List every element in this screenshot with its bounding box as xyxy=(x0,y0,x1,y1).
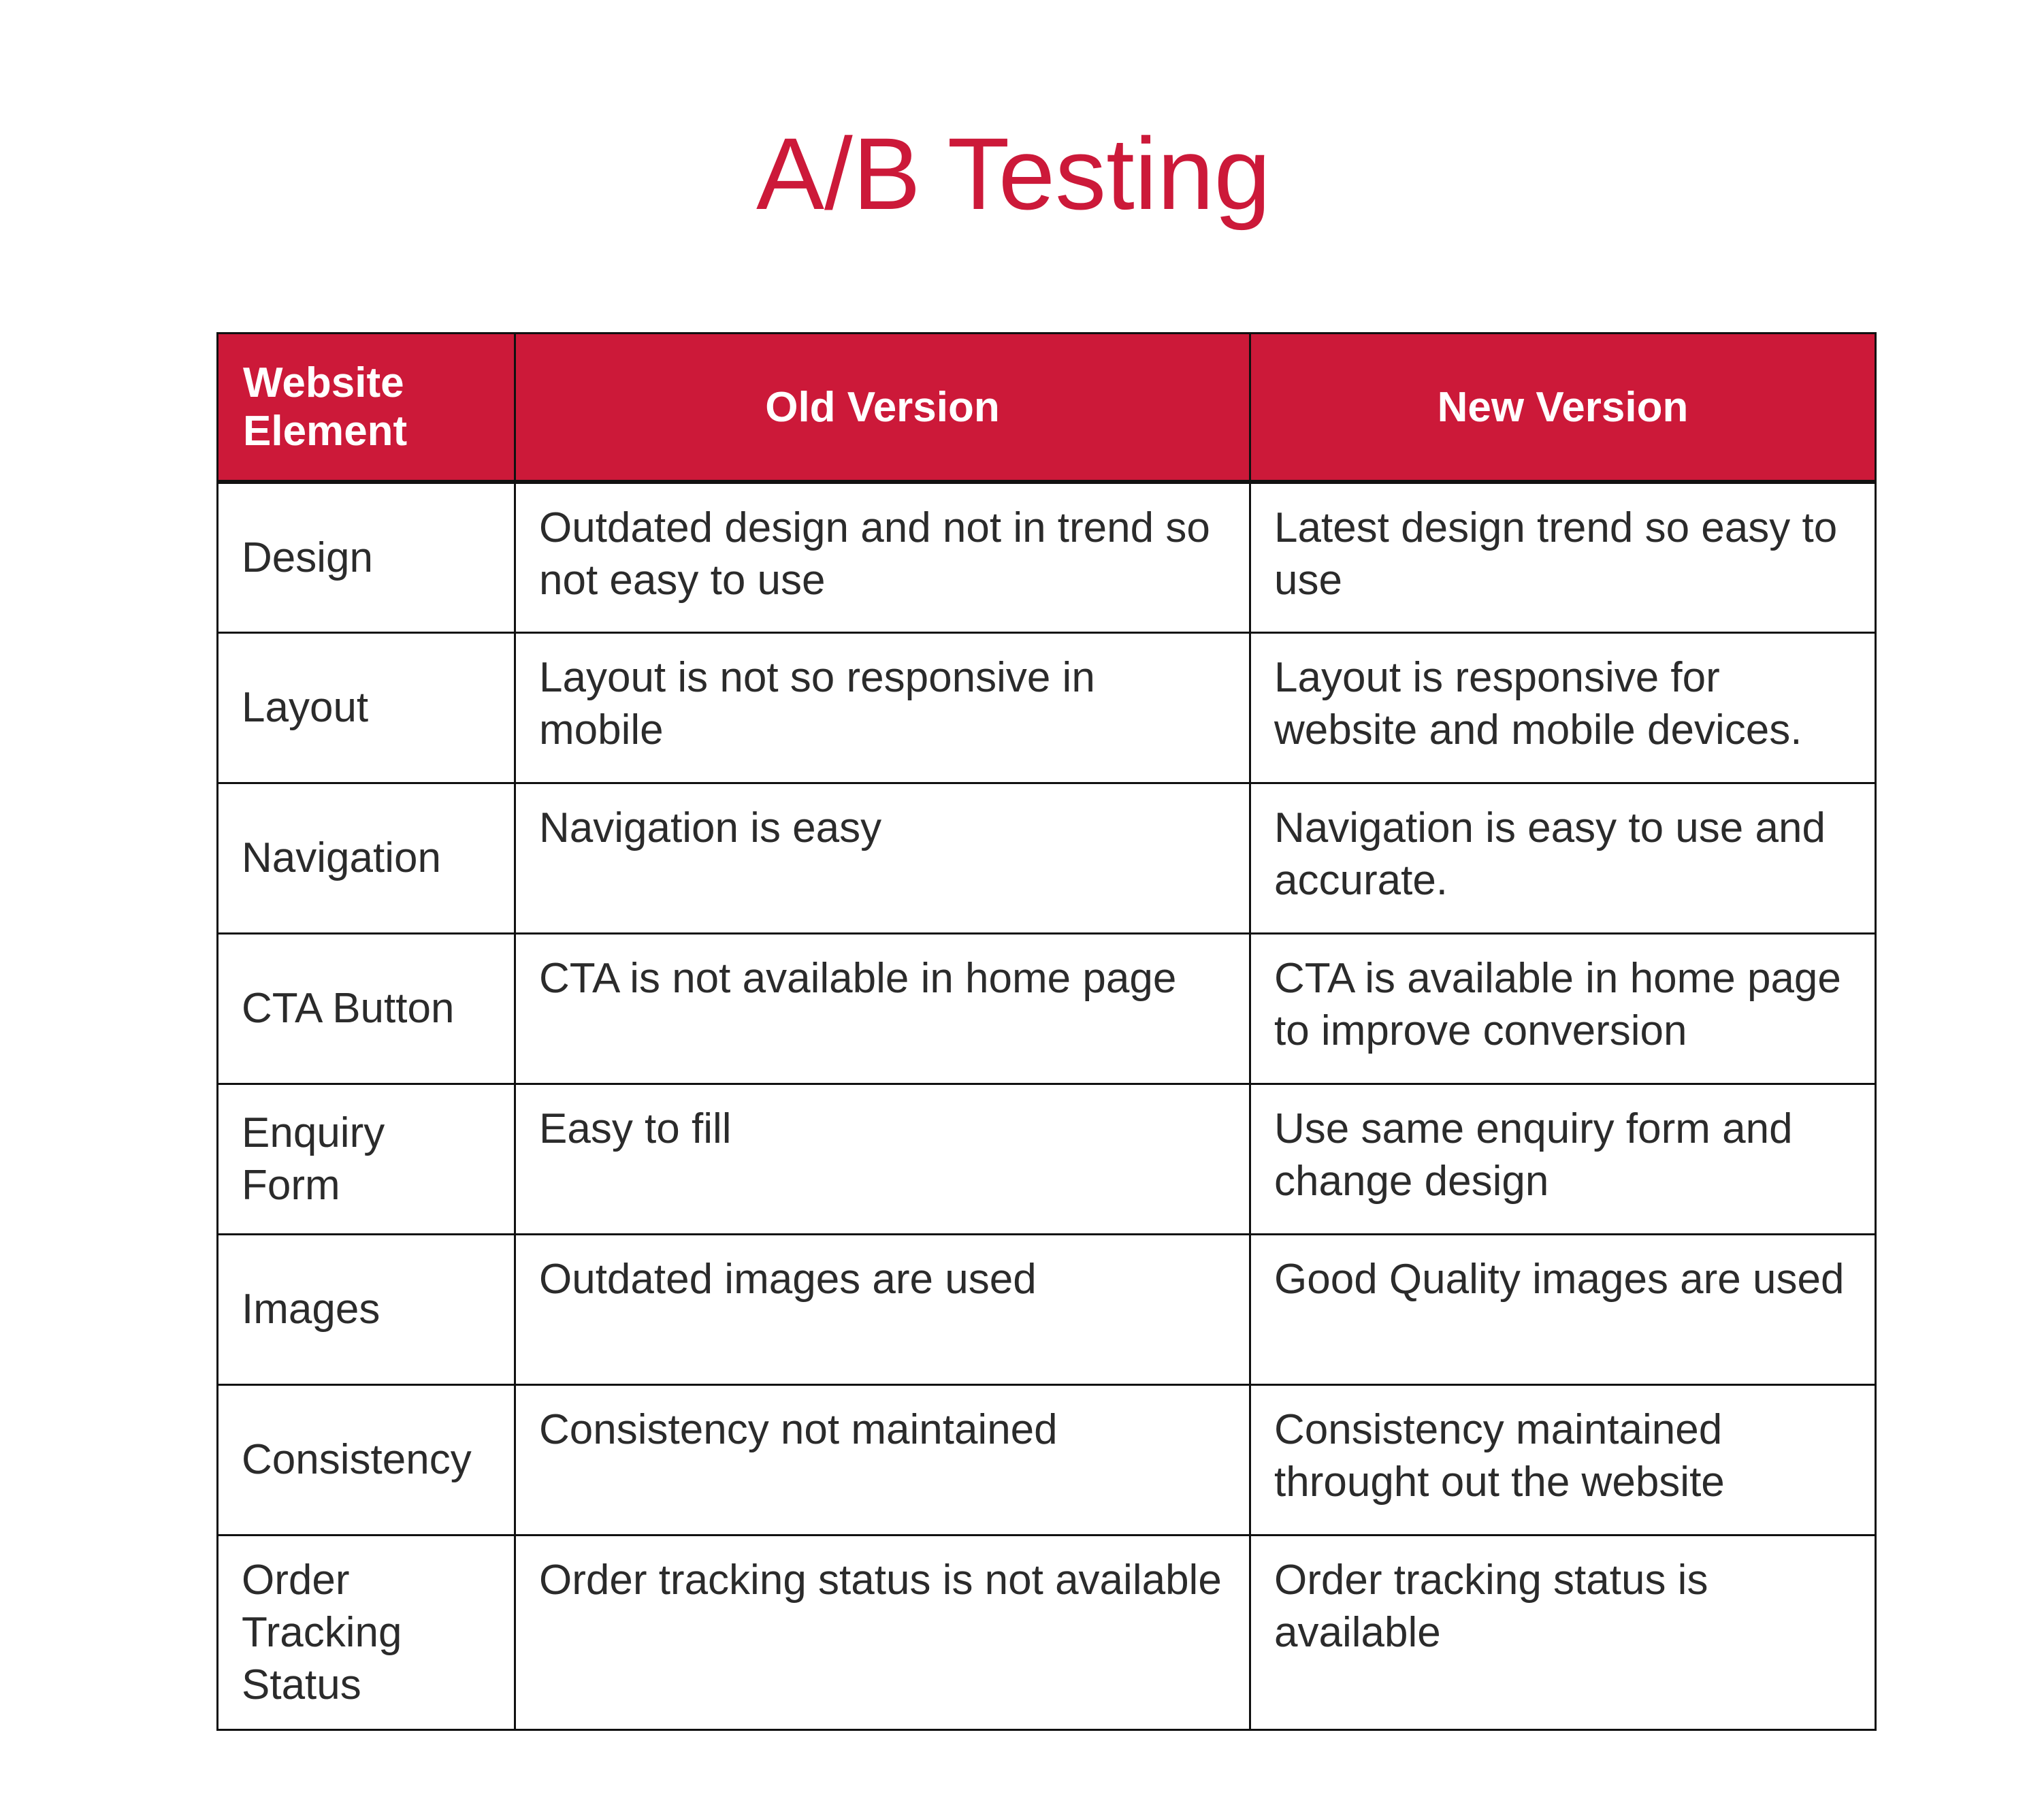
old-version-cell: Consistency not maintained xyxy=(514,1383,1251,1536)
element-cell: Consistency xyxy=(216,1383,516,1536)
element-cell: Design xyxy=(216,481,516,634)
table-row: Layout Layout is not so responsive in mob… xyxy=(216,631,1877,784)
table-row: Consistency Consistency not maintained Con… xyxy=(216,1383,1877,1536)
table-row: Design Outdated design and not in trend s… xyxy=(216,481,1877,634)
table-row: Enquiry Form Easy to fill Use same enquiry… xyxy=(216,1082,1877,1235)
old-version-cell: Outdated design and not in trend so not … xyxy=(514,481,1251,634)
old-version-cell: Easy to fill xyxy=(514,1082,1251,1235)
element-cell: CTA Button xyxy=(216,932,516,1085)
old-version-cell: Outdated images are used xyxy=(514,1233,1251,1386)
header-old-version: Old Version xyxy=(514,332,1251,484)
old-version-cell: CTA is not available in home page xyxy=(514,932,1251,1085)
header-new-version: New Version xyxy=(1249,332,1877,484)
new-version-cell: Navigation is easy to use and accurate. xyxy=(1249,781,1877,935)
element-cell: Navigation xyxy=(216,781,516,935)
new-version-cell: Consistency maintained throught out the … xyxy=(1249,1383,1877,1536)
old-version-cell: Navigation is easy xyxy=(514,781,1251,935)
table-row: Images Outdated images are used Good Quali… xyxy=(216,1233,1877,1386)
page-title: A/B Testing xyxy=(756,116,1271,231)
table-row: Order Tracking Status Order tracking stat… xyxy=(216,1533,1877,1731)
new-version-cell: Order tracking status is available xyxy=(1249,1533,1877,1731)
new-version-cell: CTA is available in home page to improve… xyxy=(1249,932,1877,1085)
table-row: Navigation Navigation is easy Navigation i… xyxy=(216,781,1877,935)
table-header-row: Website Element Old Version New Version xyxy=(216,332,1877,484)
new-version-cell: Use same enquiry form and change design xyxy=(1249,1082,1877,1235)
new-version-cell: Good Quality images are used xyxy=(1249,1233,1877,1386)
header-website-element: Website Element xyxy=(216,332,516,484)
comparison-table: Website Element Old Version New Version … xyxy=(216,332,1877,1731)
element-cell: Layout xyxy=(216,631,516,784)
new-version-cell: Latest design trend so easy to use xyxy=(1249,481,1877,634)
table-row: CTA Button CTA is not available in home p… xyxy=(216,932,1877,1085)
element-cell: Enquiry Form xyxy=(216,1082,516,1235)
element-cell: Images xyxy=(216,1233,516,1386)
element-cell: Order Tracking Status xyxy=(216,1533,516,1731)
old-version-cell: Layout is not so responsive in mobile xyxy=(514,631,1251,784)
old-version-cell: Order tracking status is not available xyxy=(514,1533,1251,1731)
new-version-cell: Layout is responsive for website and mob… xyxy=(1249,631,1877,784)
